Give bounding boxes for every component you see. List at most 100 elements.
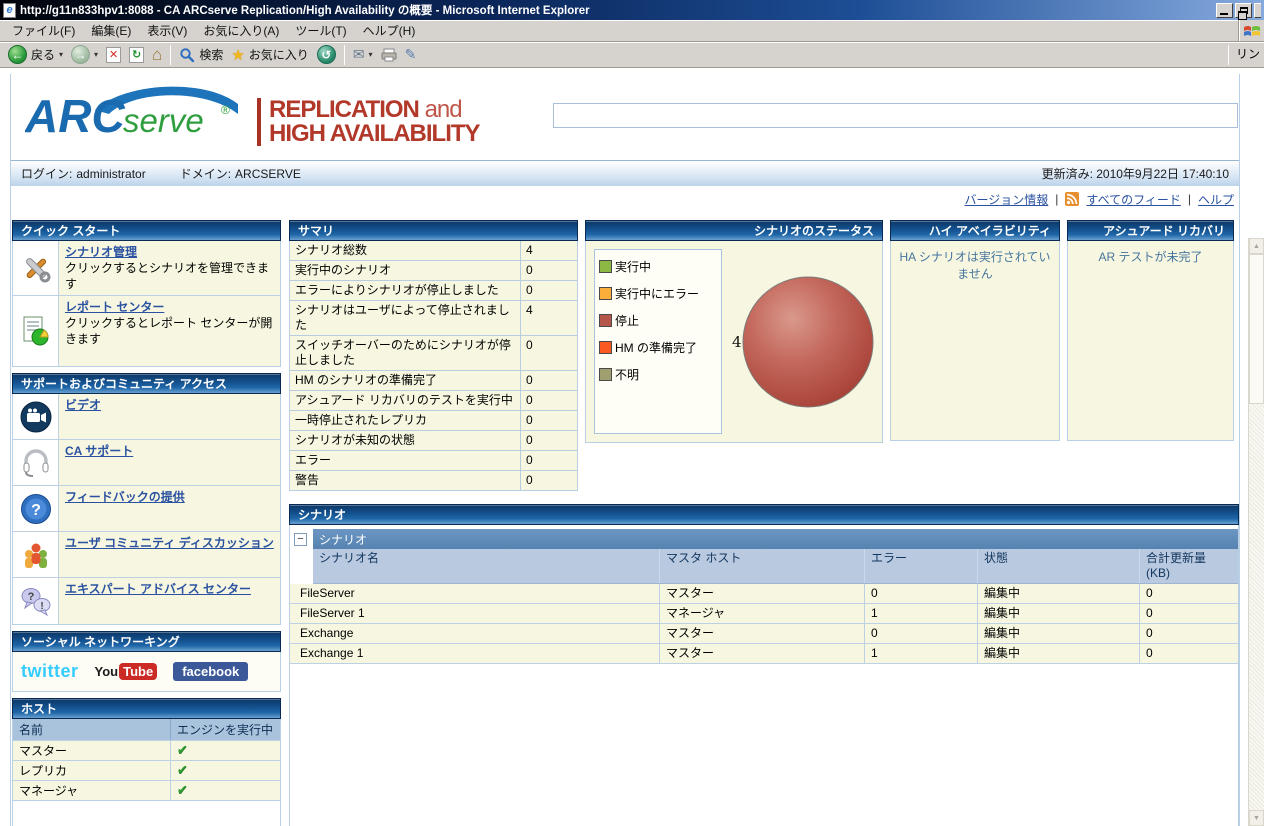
search-button[interactable]: 検索 (175, 45, 227, 64)
forward-caret-icon[interactable]: ▾ (94, 50, 98, 59)
table-row: HM のシナリオの準備完了0 (290, 371, 577, 391)
sidebar-filler (12, 801, 281, 826)
back-label: 戻る (31, 46, 55, 63)
menu-help[interactable]: ヘルプ(H) (355, 19, 424, 42)
youtube-logo[interactable]: YouTube (95, 664, 158, 679)
stop-button[interactable]: ✕ (102, 46, 125, 64)
assured-recovery-header: アシュアード リカバリ (1067, 220, 1234, 241)
scenario-management-link[interactable]: シナリオ管理 (65, 245, 137, 259)
links-bar-text[interactable]: リン (1236, 47, 1260, 61)
ca-support-link[interactable]: CA サポート (65, 444, 133, 458)
table-row[interactable]: Exchange 1マスター1編集中0 (290, 644, 1238, 664)
mail-icon: ✉ (353, 46, 365, 63)
scroll-up-arrow[interactable]: ▲ (1249, 238, 1264, 254)
minimize-button[interactable] (1216, 3, 1233, 18)
social-networking-header: ソーシャル ネットワーキング (12, 631, 281, 652)
svg-text:serve: serve (123, 102, 204, 139)
table-row: 一時停止されたレプリカ0 (290, 411, 577, 431)
engine-running-check-icon: ✔ (177, 782, 188, 797)
toolbar-separator (170, 45, 171, 65)
expert-advice-link[interactable]: エキスパート アドバイス センター (65, 582, 251, 596)
hosts-header: ホスト (12, 698, 281, 719)
forward-button[interactable]: → ▾ (67, 44, 102, 65)
list-item: ユーザ コミュニティ ディスカッション (13, 532, 280, 578)
legend-item: 実行中 (599, 258, 717, 275)
table-row: アシュアード リカバリのテストを実行中0 (290, 391, 577, 411)
menu-view[interactable]: 表示(V) (139, 19, 195, 42)
high-availability-message: HA シナリオは実行されていません (890, 241, 1060, 441)
mail-caret-icon[interactable]: ▾ (369, 50, 373, 59)
all-feeds-link[interactable]: すべてのフィード (1086, 191, 1180, 208)
title-bar: e http://g11n833hpv1:8088 - CA ARCserve … (0, 0, 1264, 20)
table-row: マネージャ ✔ (13, 780, 280, 800)
headset-icon (19, 446, 53, 480)
menu-file[interactable]: ファイル(F) (4, 19, 83, 42)
list-item: ? フィードバックの提供 (13, 486, 280, 532)
print-button[interactable] (377, 47, 401, 63)
restore-button[interactable] (1235, 3, 1252, 18)
col-master-host: マスタ ホスト (659, 549, 864, 583)
refresh-button[interactable]: ↻ (125, 46, 148, 64)
icon-cell: ? ! (13, 578, 59, 624)
report-center-link[interactable]: レポート センター (65, 300, 164, 314)
history-icon: ↺ (317, 45, 336, 64)
table-row[interactable]: FileServer 1マネージャ1編集中0 (290, 604, 1238, 624)
expert-advice-icon: ? ! (19, 584, 53, 618)
version-info-link[interactable]: バージョン情報 (965, 191, 1049, 208)
scenario-status-header: シナリオのステータス (585, 220, 883, 241)
legend-item: 実行中にエラー (599, 285, 717, 302)
home-button[interactable]: ⌂ (148, 45, 166, 64)
window-title: http://g11n833hpv1:8088 - CA ARCserve Re… (20, 2, 1216, 18)
engine-running-check-icon: ✔ (177, 762, 188, 777)
print-icon (381, 48, 397, 62)
svg-text:?: ? (27, 591, 34, 603)
summary-header: サマリ (289, 220, 578, 241)
quick-links-row: バージョン情報 | すべてのフィード | ヘルプ (11, 186, 1239, 212)
menu-tools[interactable]: ツール(T) (287, 19, 354, 42)
engine-running-check-icon: ✔ (177, 742, 188, 757)
twitter-logo[interactable]: twitter (21, 661, 79, 682)
empty-banner-box (553, 103, 1238, 128)
table-row[interactable]: Exchangeマスター0編集中0 (290, 624, 1238, 644)
scrollbar-thumb[interactable] (1249, 254, 1264, 404)
product-tagline: REPLICATION and HIGH AVAILABILITY (257, 98, 480, 146)
scenario-column-header: シナリオ名 マスタ ホスト エラー 状態 合計更新量 (KB) (290, 549, 1238, 584)
legend-swatch (599, 368, 612, 381)
facebook-logo[interactable]: facebook (173, 662, 248, 681)
history-button[interactable]: ↺ (313, 44, 340, 65)
hosts-column-header: 名前 エンジンを実行中 (13, 719, 280, 740)
menu-favorites[interactable]: お気に入り(A) (195, 19, 287, 42)
scenario-status-body: 実行中 実行中にエラー 停止 HM の準備完了 不明 (585, 241, 883, 443)
edit-icon: ✎ (405, 46, 417, 63)
favorites-star-icon: ★ (231, 46, 244, 64)
favorites-button[interactable]: ★ お気に入り (227, 45, 312, 65)
masthead: ARC serve ® REPLICATION and HIGH AVAILAB… (11, 74, 1239, 160)
svg-text:ARC: ARC (25, 90, 125, 142)
mail-button[interactable]: ✉ ▾ (349, 45, 377, 64)
legend-swatch (599, 341, 612, 354)
back-button[interactable]: ← 戻る ▾ (4, 44, 67, 65)
feedback-link[interactable]: フィードバックの提供 (65, 490, 185, 504)
high-availability-panel: ハイ アベイラビリティ HA シナリオは実行されていません (890, 220, 1060, 491)
icon-cell (13, 394, 59, 439)
close-button[interactable] (1254, 3, 1261, 18)
scroll-down-arrow[interactable]: ▼ (1249, 810, 1264, 826)
list-item: ? ! エキスパート アドバイス センター (13, 578, 280, 624)
domain-label: ドメイン: (180, 167, 231, 181)
vertical-scrollbar[interactable]: ▲ ▼ (1248, 238, 1264, 826)
hosts-col-name: 名前 (13, 719, 170, 740)
windows-flag-icon (1238, 20, 1264, 41)
edit-button[interactable]: ✎ (401, 45, 421, 64)
user-community-link[interactable]: ユーザ コミュニティ ディスカッション (65, 536, 274, 550)
pie-slice-stopped (743, 277, 873, 407)
main-area: サマリ シナリオ総数4 実行中のシナリオ0 エラーによりシナリオが停止しました0… (281, 220, 1239, 826)
collapse-toggle[interactable]: − (294, 533, 307, 546)
table-row[interactable]: FileServerマスター0編集中0 (290, 584, 1238, 604)
stop-icon: ✕ (106, 47, 121, 63)
help-link[interactable]: ヘルプ (1198, 191, 1234, 208)
hosts-col-engine: エンジンを実行中 (170, 719, 280, 740)
scenario-header: シナリオ (289, 504, 1239, 525)
back-caret-icon[interactable]: ▾ (59, 50, 63, 59)
video-link[interactable]: ビデオ (65, 398, 101, 412)
menu-edit[interactable]: 編集(E) (83, 19, 139, 42)
